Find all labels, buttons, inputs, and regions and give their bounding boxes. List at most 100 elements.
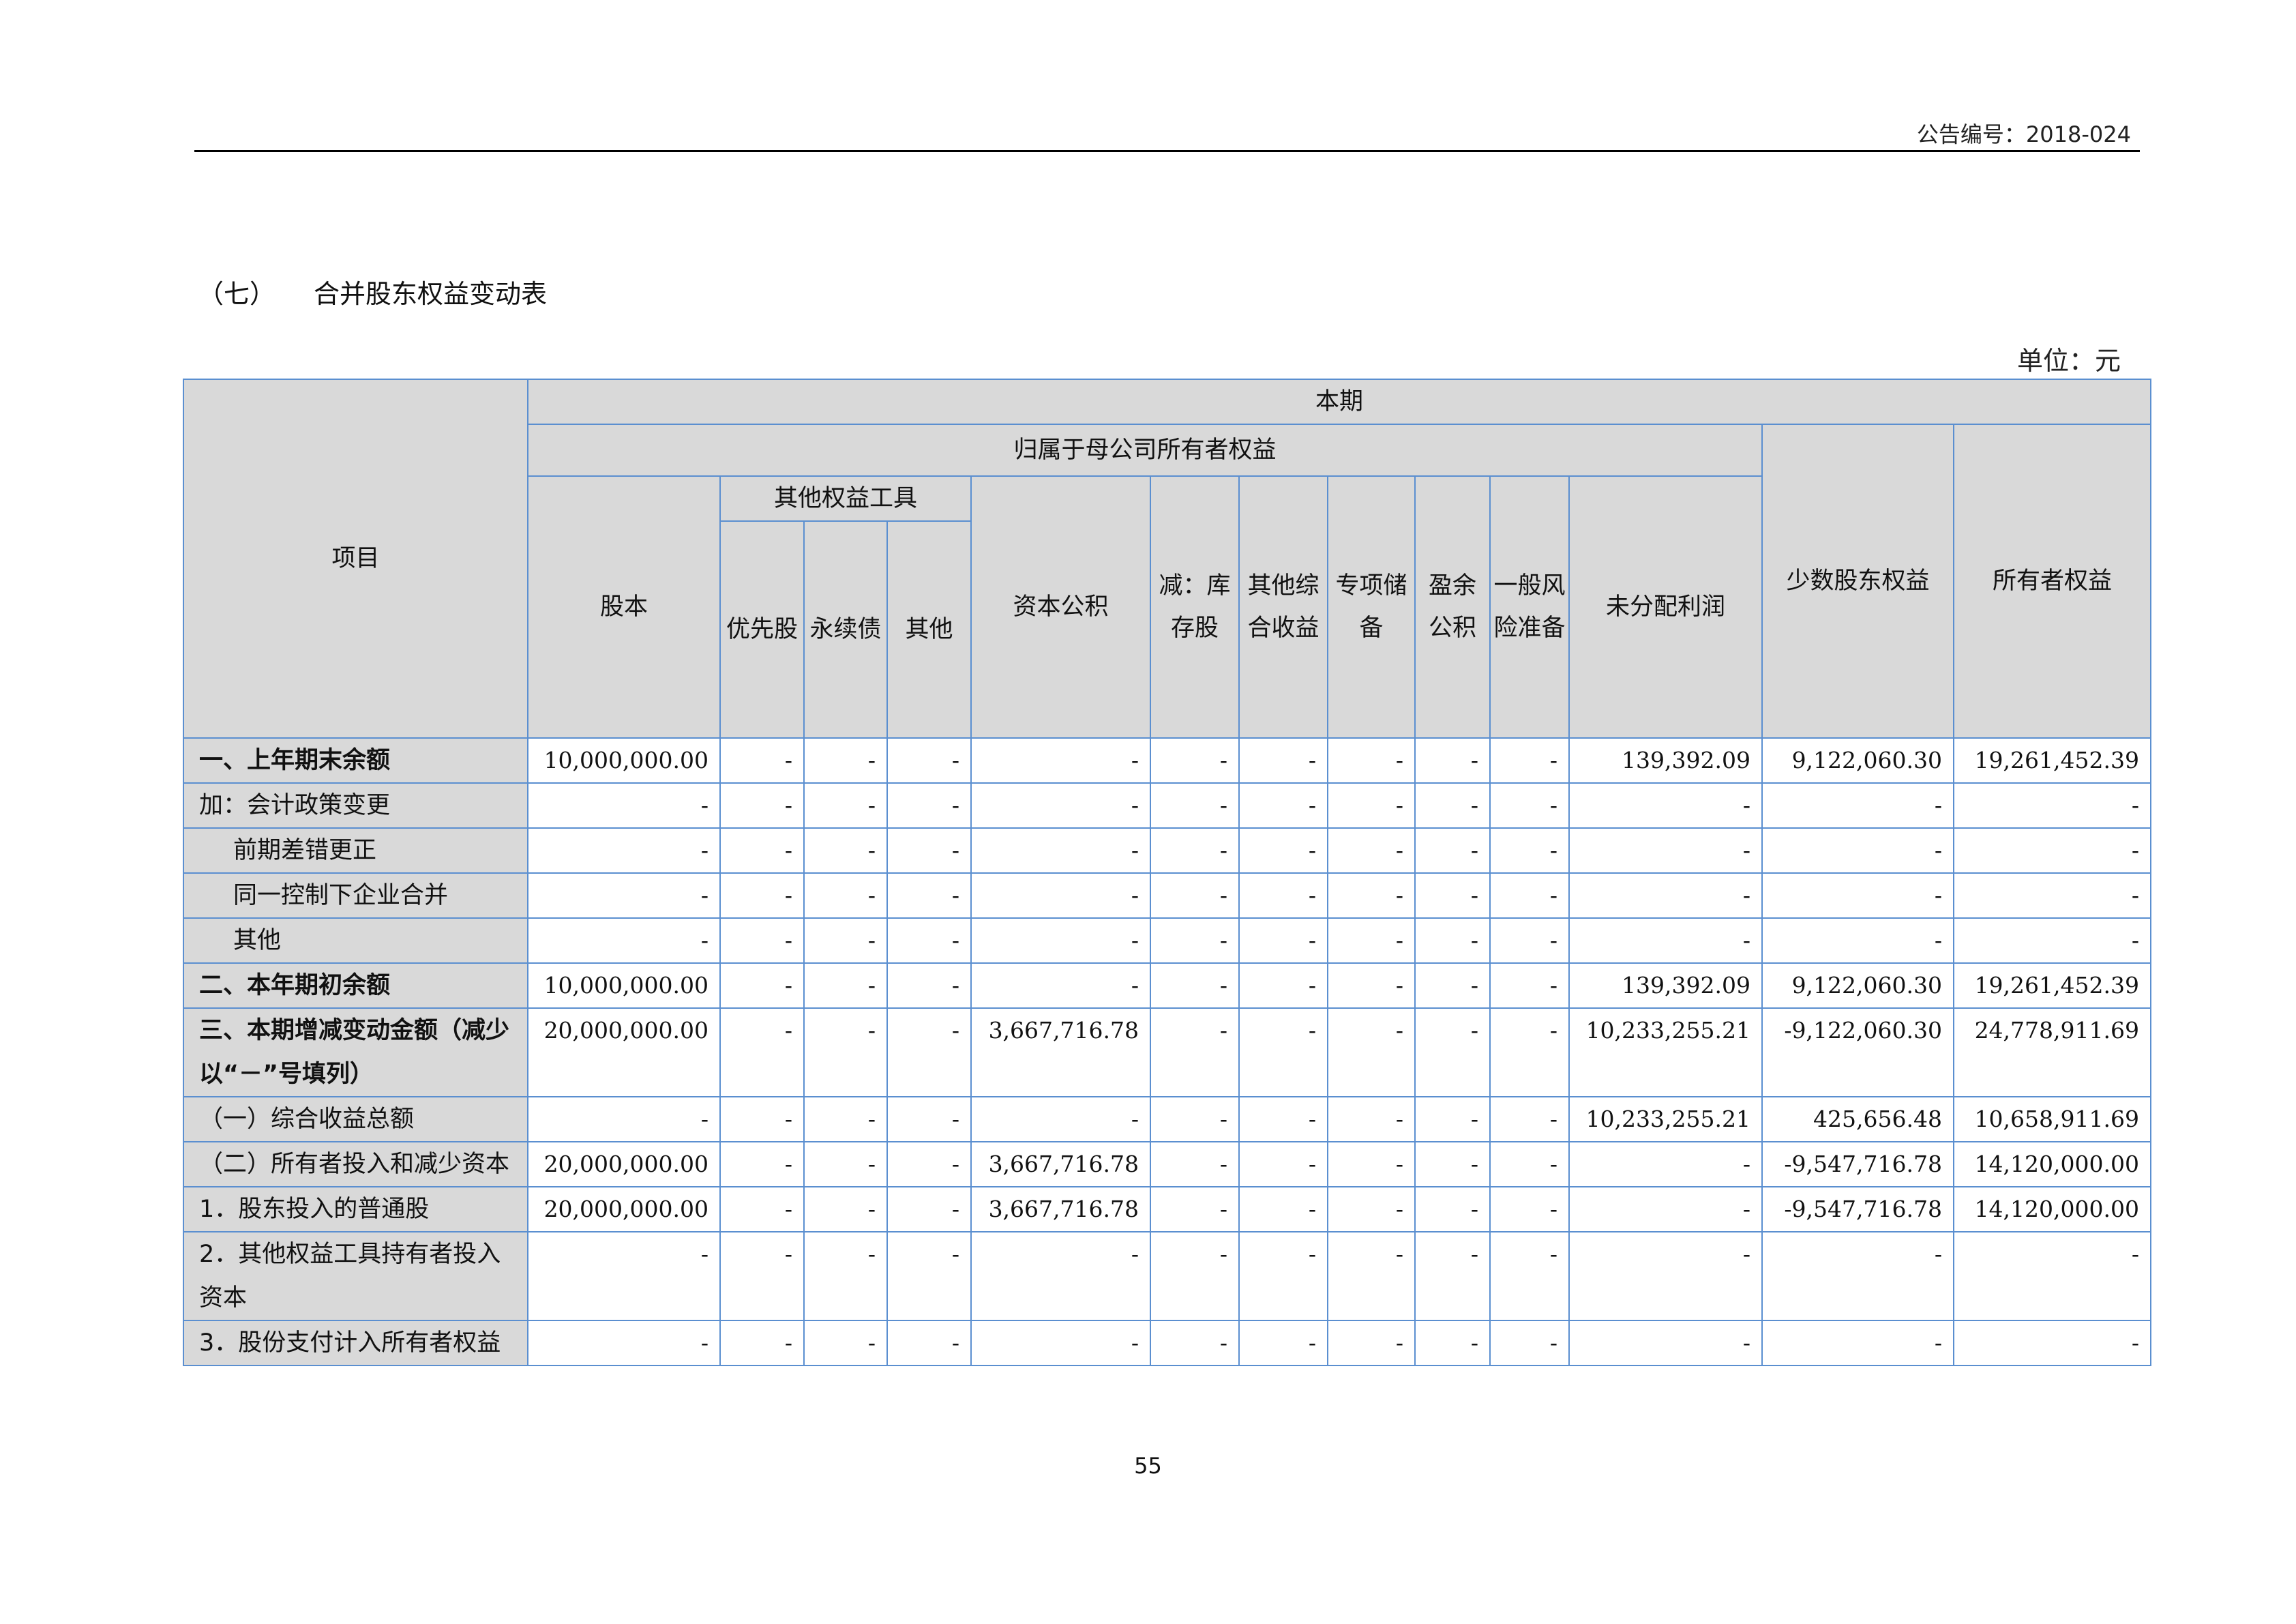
- row-cell: -: [886, 962, 972, 1009]
- row-cell: 425,656.48: [1761, 1096, 1954, 1142]
- row-label: 一、上年期末余额: [183, 737, 528, 784]
- row-cell: 10,233,255.21: [1568, 1096, 1763, 1142]
- row-cell: -: [1238, 1186, 1328, 1232]
- table-row: （一）综合收益总额 - - - - - - - - - -10,233,255.21 425,656.…: [183, 1096, 2151, 1142]
- row-cell: -: [970, 782, 1151, 829]
- row-cell: -: [719, 1141, 805, 1187]
- row-cell: -: [719, 1007, 805, 1097]
- row-cell: -: [1489, 1186, 1570, 1232]
- table-row: 三、本期增减变动金额（减少以“－”号填列） 20,000,000.00- - -3,6…: [183, 1007, 2151, 1097]
- row-cell: -9,122,060.30: [1761, 1007, 1954, 1097]
- header-surplus-reserve: 盈余公积: [1414, 475, 1491, 739]
- row-cell: -: [1489, 1231, 1570, 1321]
- row-cell: -: [1150, 1007, 1240, 1097]
- row-cell: -: [1150, 872, 1240, 919]
- row-cell: -: [1489, 872, 1570, 919]
- row-label: 3．股份支付计入所有者权益: [183, 1320, 528, 1366]
- row-cell: -: [527, 1320, 721, 1366]
- row-cell: -: [1761, 827, 1954, 874]
- row-label: 2．其他权益工具持有者投入资本: [183, 1231, 528, 1321]
- header-treasury-stock: 减：库存股: [1150, 475, 1240, 739]
- row-cell: -: [1327, 827, 1416, 874]
- row-cell: -: [886, 737, 972, 784]
- row-cell: -: [1414, 827, 1491, 874]
- row-cell: -: [1414, 782, 1491, 829]
- row-cell: -: [1953, 917, 2151, 964]
- row-cell: -: [1761, 782, 1954, 829]
- table-row: 加：会计政策变更 - - - - - - - - - - - - -: [183, 782, 2151, 829]
- row-cell: -: [1953, 827, 2151, 874]
- row-cell: -: [970, 962, 1151, 1009]
- row-cell: -: [970, 1320, 1151, 1366]
- row-cell: -: [803, 827, 888, 874]
- row-cell: -: [1238, 737, 1328, 784]
- row-cell: -: [886, 1231, 972, 1321]
- row-cell: -: [1489, 1141, 1570, 1187]
- header-item: 项目: [183, 379, 528, 739]
- row-cell: -: [1238, 962, 1328, 1009]
- table-row: 一、上年期末余额 10,000,000.00- - - - - - - - -139,392.09…: [183, 737, 2151, 784]
- section-heading: （七） 合并股东权益变动表: [198, 273, 547, 310]
- row-cell: -: [970, 872, 1151, 919]
- unit-label: 单位：元: [2016, 346, 2121, 376]
- row-cell: -: [1150, 1320, 1240, 1366]
- row-cell: -: [1414, 1320, 1491, 1366]
- row-cell: -: [803, 1096, 888, 1142]
- table-row: （二）所有者投入和减少资本 20,000,000.00- - -3,667,716.7…: [183, 1141, 2151, 1187]
- row-cell: -: [719, 1186, 805, 1232]
- row-cell: -: [803, 917, 888, 964]
- header-rule: [194, 150, 2140, 152]
- row-cell: -: [1568, 827, 1763, 874]
- row-cell: -: [527, 782, 721, 829]
- header-current-period: 本期: [527, 379, 2151, 425]
- row-cell: -: [1414, 1096, 1491, 1142]
- row-cell: -: [1238, 917, 1328, 964]
- row-cell: -: [527, 1231, 721, 1321]
- row-cell: -: [1150, 917, 1240, 964]
- row-cell: -: [1761, 1320, 1954, 1366]
- row-cell: 9,122,060.30: [1761, 962, 1954, 1009]
- row-cell: -: [1150, 737, 1240, 784]
- header-capital-reserve: 资本公积: [970, 475, 1151, 739]
- row-cell: -: [1568, 1186, 1763, 1232]
- row-cell: -: [1414, 872, 1491, 919]
- row-cell: -: [1489, 1007, 1570, 1097]
- row-label: （一）综合收益总额: [183, 1096, 528, 1142]
- row-cell: -: [1327, 1320, 1416, 1366]
- row-cell: -: [527, 917, 721, 964]
- row-cell: -: [1761, 872, 1954, 919]
- row-cell: -: [719, 872, 805, 919]
- row-cell: 3,667,716.78: [970, 1186, 1151, 1232]
- row-cell: -: [1414, 1231, 1491, 1321]
- row-cell: -: [1489, 782, 1570, 829]
- row-cell: 139,392.09: [1568, 737, 1763, 784]
- row-cell: -: [1568, 1320, 1763, 1366]
- row-cell: 20,000,000.00: [527, 1007, 721, 1097]
- header-perpetual-bond: 永续债: [803, 520, 888, 739]
- row-label: 前期差错更正: [183, 827, 528, 874]
- row-cell: -: [1150, 782, 1240, 829]
- row-cell: -: [1150, 1096, 1240, 1142]
- row-cell: -: [1568, 1231, 1763, 1321]
- row-cell: -: [1150, 1231, 1240, 1321]
- header-parent-equity: 归属于母公司所有者权益: [527, 424, 1763, 477]
- row-cell: -: [970, 827, 1151, 874]
- row-cell: -: [803, 872, 888, 919]
- header-other-comprehensive-income: 其他综合收益: [1238, 475, 1328, 739]
- row-label: 二、本年期初余额: [183, 962, 528, 1009]
- row-label: 三、本期增减变动金额（减少以“－”号填列）: [183, 1007, 528, 1097]
- row-cell: 19,261,452.39: [1953, 962, 2151, 1009]
- row-cell: -: [1489, 962, 1570, 1009]
- header-preferred-stock: 优先股: [719, 520, 805, 739]
- row-label: 其他: [183, 917, 528, 964]
- header-retained-earnings: 未分配利润: [1568, 475, 1763, 739]
- row-cell: 9,122,060.30: [1761, 737, 1954, 784]
- row-cell: -: [1238, 827, 1328, 874]
- table-row: 二、本年期初余额 10,000,000.00- - - - - - - - -139,392.09…: [183, 962, 2151, 1009]
- row-cell: -: [1953, 782, 2151, 829]
- row-cell: -9,547,716.78: [1761, 1141, 1954, 1187]
- row-cell: -: [1568, 917, 1763, 964]
- row-cell: -: [1414, 917, 1491, 964]
- row-cell: -: [803, 737, 888, 784]
- header-other-equity-tools: 其他权益工具: [719, 475, 972, 522]
